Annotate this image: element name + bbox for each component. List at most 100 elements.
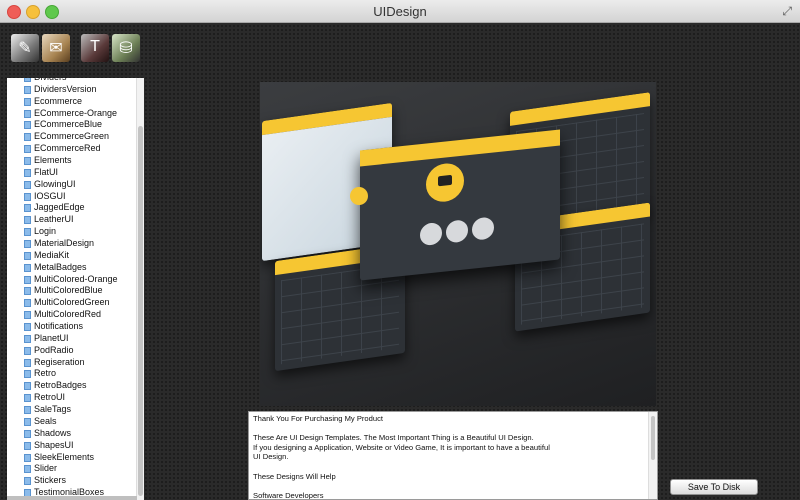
list-item-label: ECommerceBlue (34, 119, 103, 130)
list-item[interactable]: Retro (7, 368, 137, 380)
list-item-label: MetalBadges (34, 261, 87, 272)
file-icon (24, 192, 31, 201)
list-item[interactable]: Stickers (7, 475, 137, 487)
template-list-items: DividersDividersVersionEcommerceECommerc… (7, 78, 137, 499)
fullscreen-icon[interactable]: ⤢ (782, 4, 792, 19)
list-item-label: MultiColored-Orange (34, 273, 118, 284)
list-item-label: Elements (34, 155, 72, 166)
file-icon (24, 78, 31, 82)
list-item[interactable]: MultiColoredGreen (7, 297, 137, 309)
list-item-label: PodRadio (34, 344, 74, 355)
list-item[interactable]: Seals (7, 416, 137, 428)
list-item[interactable]: MultiColored-Orange (7, 274, 137, 286)
file-icon (24, 240, 31, 249)
description-scrollbar-thumb[interactable] (651, 416, 655, 460)
file-icon (24, 382, 31, 391)
file-icon (24, 346, 31, 355)
description-scrollbar[interactable] (648, 412, 657, 499)
list-item[interactable]: JaggedEdge (7, 202, 137, 214)
list-item[interactable]: Slider (7, 463, 137, 475)
file-icon (24, 358, 31, 367)
file-icon (24, 168, 31, 177)
file-icon (24, 157, 31, 166)
list-item-label: LeatherUI (34, 214, 74, 225)
list-item[interactable]: ECommerceRed (7, 143, 137, 155)
list-item[interactable]: ECommerce-Orange (7, 108, 137, 120)
template-preview-image (260, 82, 656, 406)
list-item-label: Notifications (34, 321, 84, 332)
preview-home-card (360, 129, 560, 281)
likes-badge (420, 221, 442, 247)
list-item-label: MultiColoredGreen (34, 297, 110, 308)
text-tool-icon[interactable]: T (81, 34, 109, 62)
file-icon (24, 441, 31, 450)
file-icon (24, 216, 31, 225)
list-item[interactable]: PodRadio (7, 345, 137, 357)
edit-tool-icon[interactable]: ✎ (11, 34, 39, 62)
file-icon (24, 323, 31, 332)
save-to-disk-button[interactable]: Save To Disk (670, 479, 758, 495)
camera-icon (426, 161, 464, 204)
file-icon (24, 97, 31, 106)
app-window: UIDesign ⤢ ✎ ✉ T ⛁ DividersDividersVersi… (0, 0, 800, 500)
list-item[interactable]: RetroBadges (7, 380, 137, 392)
list-item[interactable]: Ecommerce (7, 96, 137, 108)
file-icon (24, 204, 31, 213)
list-item[interactable]: ECommerceGreen (7, 131, 137, 143)
list-item[interactable]: Elements (7, 155, 137, 167)
list-scrollbar[interactable] (136, 78, 144, 500)
list-item[interactable]: LeatherUI (7, 214, 137, 226)
list-item-label: ECommerceRed (34, 143, 101, 154)
list-item[interactable]: GlowingUI (7, 179, 137, 191)
list-item-label: Regiseration (34, 356, 85, 367)
list-item[interactable]: MaterialDesign (7, 238, 137, 250)
profile-avatar (350, 187, 368, 205)
file-icon (24, 394, 31, 403)
list-item-label: ShapesUI (34, 439, 74, 450)
list-horizontal-scrollbar[interactable] (7, 496, 137, 500)
list-item-label: JaggedEdge (34, 202, 85, 213)
list-item[interactable]: IOSGUI (7, 191, 137, 203)
list-item-label: ECommerce-Orange (34, 107, 118, 118)
file-icon (24, 228, 31, 237)
list-item-label: GlowingUI (34, 178, 76, 189)
list-item[interactable]: Login (7, 226, 137, 238)
places-badge (472, 216, 494, 241)
list-item[interactable]: DividersVersion (7, 84, 137, 96)
file-icon (24, 121, 31, 130)
list-item[interactable]: Regiseration (7, 357, 137, 369)
list-item[interactable]: SleekElements (7, 452, 137, 464)
list-item[interactable]: SaleTags (7, 404, 137, 416)
template-list[interactable]: DividersDividersVersionEcommerceECommerc… (7, 78, 144, 500)
list-item-label: MaterialDesign (34, 238, 95, 249)
list-item[interactable]: MultiColoredRed (7, 309, 137, 321)
bucket-tool-icon[interactable]: ⛁ (112, 34, 140, 62)
title-bar: UIDesign ⤢ (0, 0, 800, 23)
description-textarea[interactable]: Thank You For Purchasing My Product Thes… (248, 411, 658, 500)
list-item-label: Shadows (34, 427, 72, 438)
list-item[interactable]: FlatUI (7, 167, 137, 179)
list-item-label: SleekElements (34, 451, 95, 462)
list-item[interactable]: Shadows (7, 428, 137, 440)
list-scrollbar-thumb[interactable] (138, 126, 143, 496)
file-icon (24, 453, 31, 462)
list-item-label: DividersVersion (34, 83, 97, 94)
list-item-label: MultiColoredRed (34, 309, 102, 320)
list-item[interactable]: RetroUI (7, 392, 137, 404)
list-item[interactable]: PlanetUI (7, 333, 137, 345)
window-title: UIDesign (373, 4, 427, 19)
file-icon (24, 477, 31, 486)
list-item[interactable]: ShapesUI (7, 440, 137, 452)
list-item[interactable]: MultiColoredBlue (7, 285, 137, 297)
file-icon (24, 429, 31, 438)
file-icon (24, 287, 31, 296)
list-item[interactable]: Notifications (7, 321, 137, 333)
file-icon (24, 251, 31, 260)
file-icon (24, 370, 31, 379)
list-item[interactable]: ECommerceBlue (7, 119, 137, 131)
file-icon (24, 263, 31, 272)
list-item[interactable]: MetalBadges (7, 262, 137, 274)
list-item[interactable]: MediaKit (7, 250, 137, 262)
document-tool-icon[interactable]: ✉ (42, 34, 70, 62)
list-item-label: ECommerceGreen (34, 131, 110, 142)
